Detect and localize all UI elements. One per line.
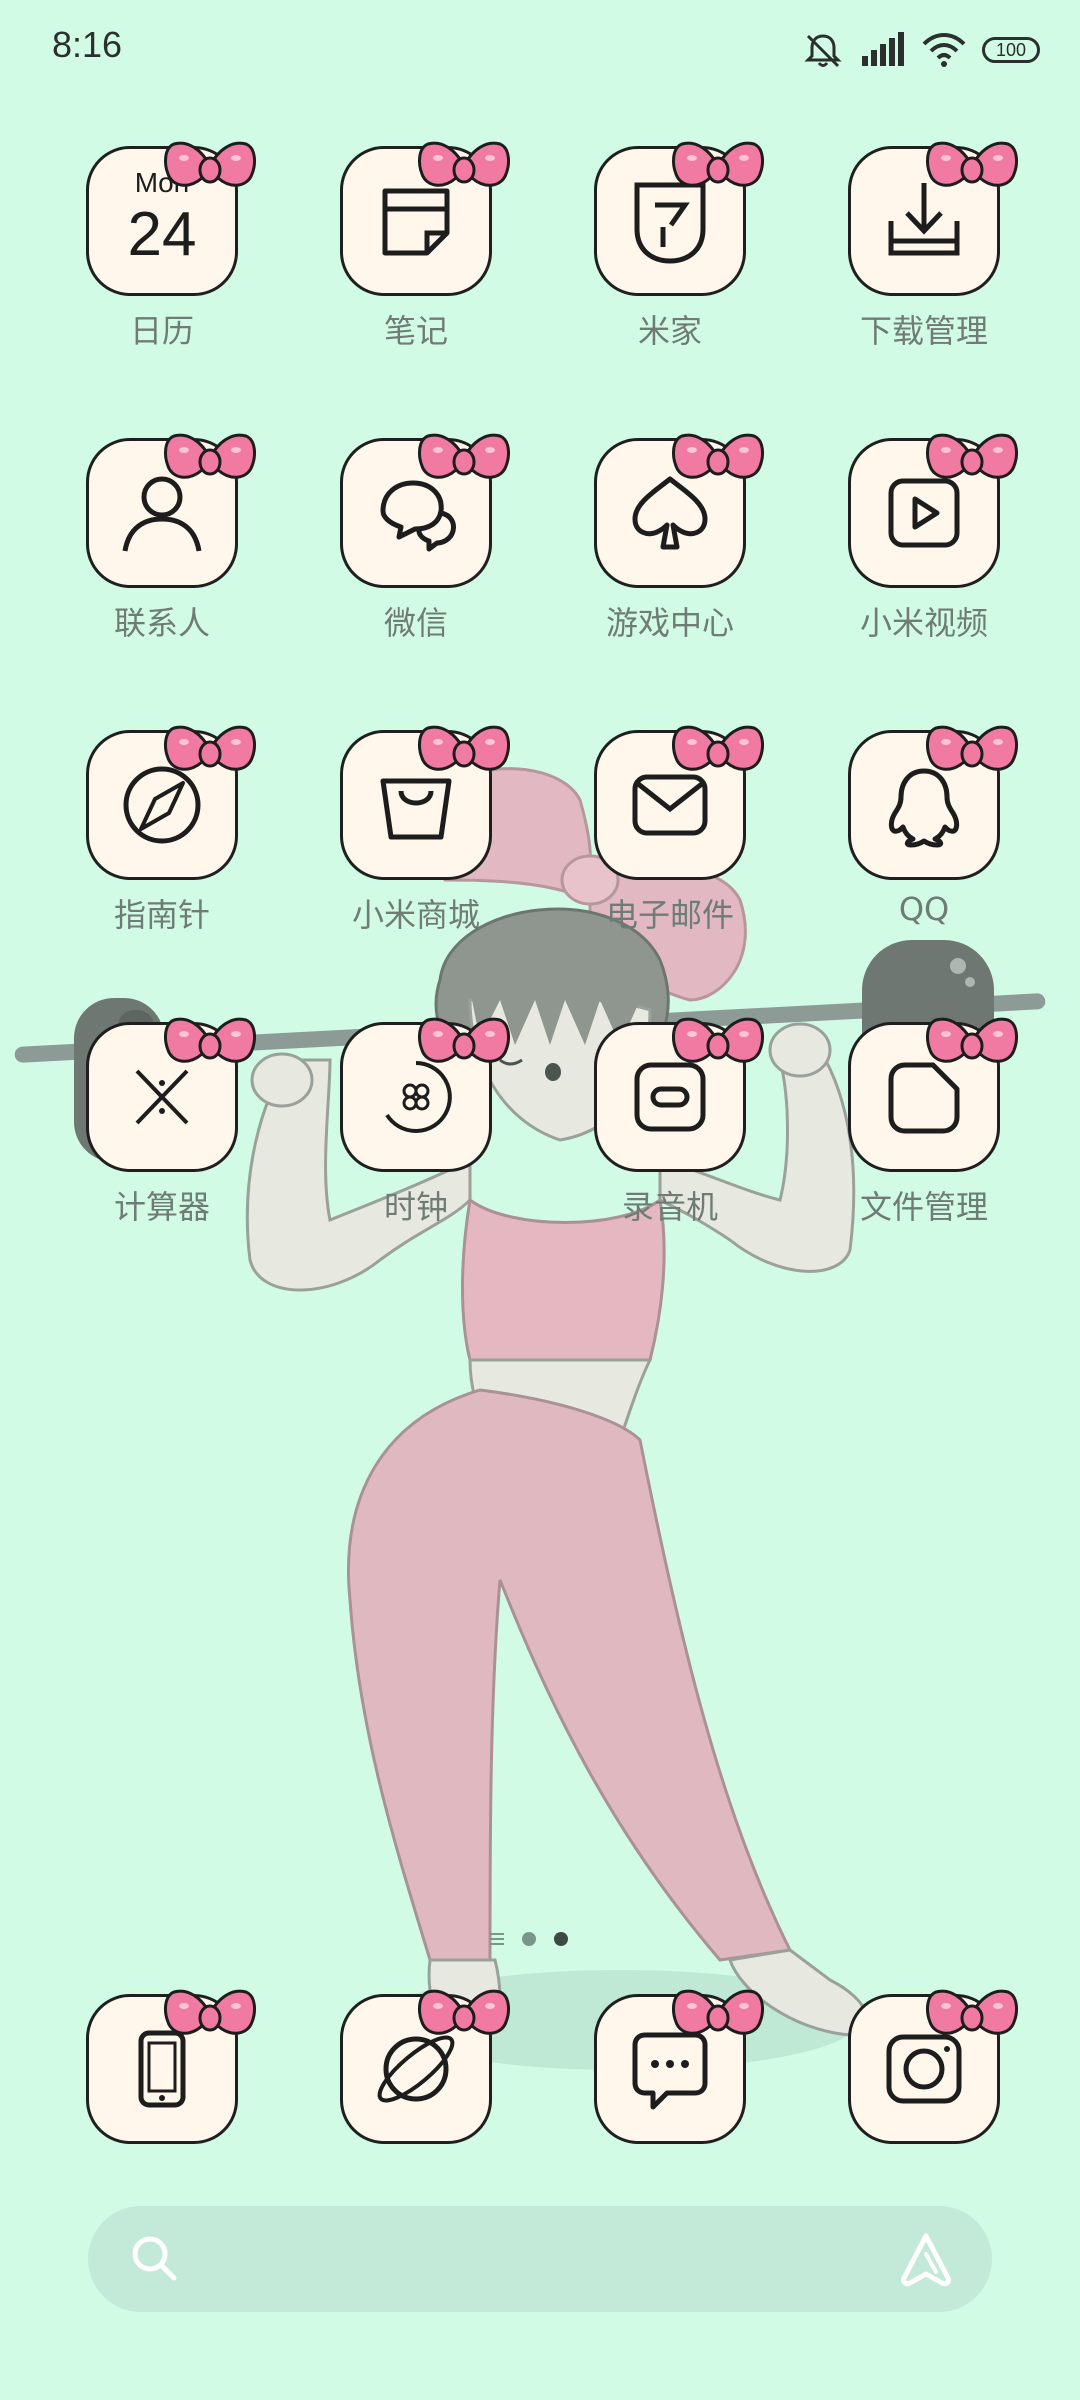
- app-label: 电子邮件: [605, 896, 734, 934]
- app-wechat[interactable]: 微信: [316, 433, 516, 678]
- battery-icon: 100: [982, 37, 1040, 63]
- search-icon[interactable]: [128, 2232, 180, 2284]
- app-recorder[interactable]: 录音机: [570, 1017, 770, 1262]
- app-label: 小米视频: [859, 604, 988, 642]
- app-label: 笔记: [383, 312, 448, 350]
- app-label: 时钟: [383, 1188, 448, 1226]
- status-bar: 8:16 100: [0, 0, 1080, 100]
- signal-icon: [862, 32, 904, 66]
- page-indicator[interactable]: [490, 1928, 568, 1950]
- bow-icon: [672, 433, 764, 479]
- search-bar[interactable]: [88, 2206, 992, 2312]
- app-game-center[interactable]: 游戏中心: [570, 433, 770, 678]
- mute-bell-icon: [804, 34, 842, 68]
- app-compass[interactable]: 指南针: [62, 725, 262, 970]
- battery-level: 100: [995, 39, 1027, 60]
- app-label: 指南针: [113, 896, 210, 934]
- page-list-indicator[interactable]: [490, 1933, 504, 1945]
- bow-icon: [418, 141, 510, 187]
- app-contacts[interactable]: 联系人: [62, 433, 262, 678]
- bow-icon: [164, 433, 256, 479]
- app-clock[interactable]: 时钟: [316, 1017, 516, 1262]
- app-calculator[interactable]: 计算器: [62, 1017, 262, 1262]
- app-label: 微信: [383, 604, 448, 642]
- bow-icon: [926, 725, 1018, 771]
- bow-icon: [164, 1017, 256, 1063]
- app-label: 计算器: [113, 1188, 210, 1226]
- bow-icon: [926, 141, 1018, 187]
- app-mi-home[interactable]: 米家: [570, 141, 770, 386]
- bow-icon: [672, 1989, 764, 2035]
- app-notes[interactable]: 笔记: [316, 141, 516, 386]
- status-time: 8:16: [52, 24, 123, 65]
- app-file-manager[interactable]: 文件管理: [824, 1017, 1024, 1262]
- app-qq[interactable]: QQ: [824, 725, 1024, 970]
- app-mi-video[interactable]: 小米视频: [824, 433, 1024, 678]
- app-label: 联系人: [113, 604, 210, 642]
- bow-icon: [164, 141, 256, 187]
- app-label: 米家: [637, 312, 702, 350]
- page-dot-active[interactable]: [554, 1932, 568, 1946]
- wifi-icon: [922, 33, 966, 67]
- dock-messages[interactable]: [570, 1989, 770, 2154]
- app-label: 游戏中心: [605, 604, 734, 642]
- app-label: 下载管理: [859, 312, 988, 350]
- app-downloads[interactable]: 下载管理: [824, 141, 1024, 386]
- bow-icon: [418, 1017, 510, 1063]
- app-label: 日历: [129, 312, 194, 350]
- app-label: 文件管理: [859, 1188, 988, 1226]
- bow-icon: [418, 1989, 510, 2035]
- app-label: QQ: [898, 890, 950, 928]
- page-dot[interactable]: [522, 1932, 536, 1946]
- status-icons: 100: [802, 30, 1040, 70]
- app-mi-store[interactable]: 小米商城: [316, 725, 516, 970]
- bow-icon: [926, 1017, 1018, 1063]
- assistant-icon[interactable]: [896, 2230, 956, 2288]
- bow-icon: [164, 725, 256, 771]
- bow-icon: [926, 1989, 1018, 2035]
- dock-camera[interactable]: [824, 1989, 1024, 2154]
- calendar-date: 24: [127, 200, 197, 269]
- dock-browser[interactable]: [316, 1989, 516, 2154]
- app-label: 录音机: [621, 1188, 718, 1226]
- dock-phone[interactable]: [62, 1989, 262, 2154]
- bow-icon: [672, 1017, 764, 1063]
- bow-icon: [926, 433, 1018, 479]
- bow-icon: [418, 433, 510, 479]
- home-screen: 8:16 100 Mon 24 日历 笔记 米家 下载管理 联系人 微信 游戏中…: [0, 0, 1080, 2400]
- app-calendar[interactable]: Mon 24 日历: [62, 141, 262, 386]
- bow-icon: [672, 141, 764, 187]
- app-label: 小米商城: [351, 896, 480, 934]
- bow-icon: [672, 725, 764, 771]
- bow-icon: [164, 1989, 256, 2035]
- app-email[interactable]: 电子邮件: [570, 725, 770, 970]
- bow-icon: [418, 725, 510, 771]
